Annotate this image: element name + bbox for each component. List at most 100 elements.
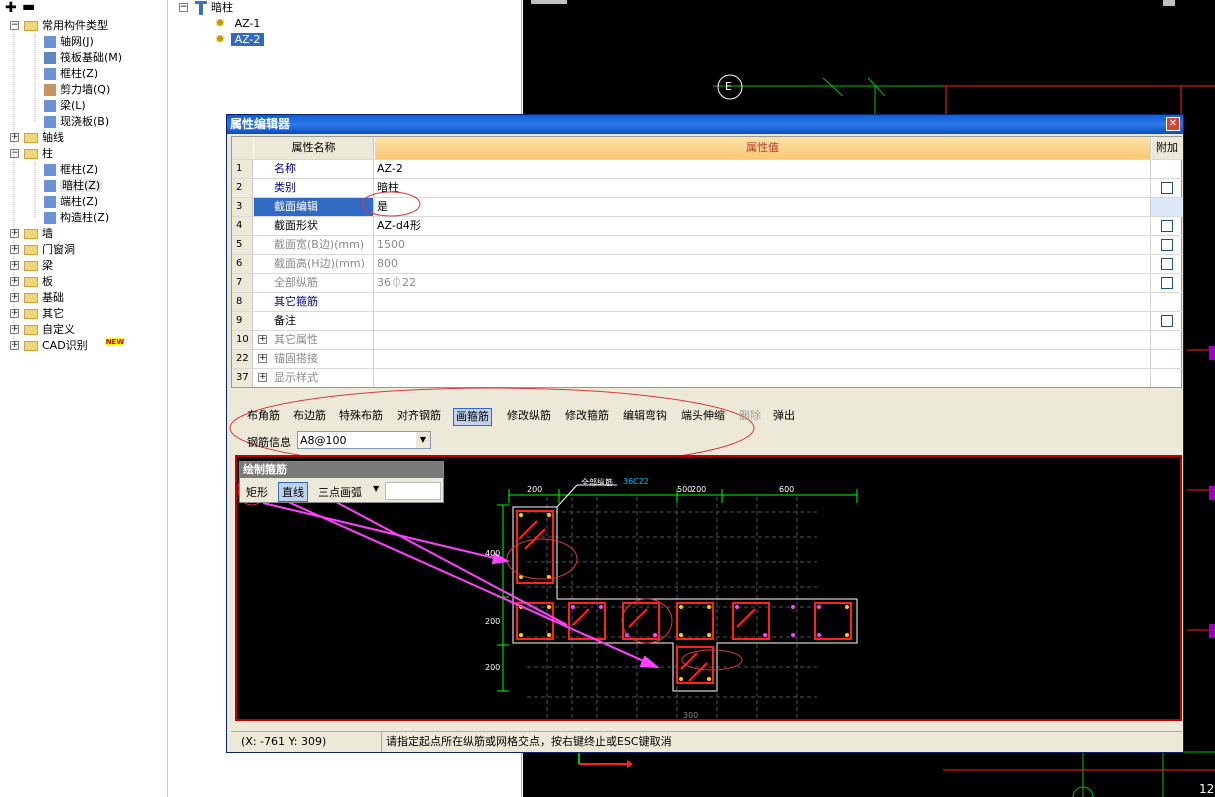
folder-icon bbox=[24, 229, 38, 239]
collapse-icon[interactable]: − bbox=[10, 149, 19, 158]
rebar-toolbar: 布角筋 布边筋 特殊布筋 对齐钢筋 画箍筋 修改纵筋 修改箍筋 编辑弯钩 端头伸缩 删除 弹出 bbox=[231, 405, 1182, 427]
toolbar-button[interactable]: 布角筋 bbox=[245, 408, 282, 426]
item-label: AZ-1 bbox=[234, 17, 261, 30]
folder-icon bbox=[24, 341, 38, 351]
collapse-all-icon[interactable]: ▬ bbox=[22, 0, 35, 14]
dim-label: 600 bbox=[779, 485, 795, 494]
tree-item[interactable]: 筏板基础(M) bbox=[44, 50, 122, 66]
tree-item[interactable]: 端柱(Z) bbox=[44, 194, 98, 210]
gear-icon: ✹ bbox=[215, 16, 226, 30]
coordinate-corner-text: 12 bbox=[1199, 782, 1215, 796]
column-icon bbox=[44, 164, 56, 176]
expand-icon[interactable]: + bbox=[10, 277, 19, 286]
property-editor-dialog: 属性编辑器 ✕ 属性名称 属性值 附加 1 名称 AZ-2 2 类别 暗柱 3 截面编辑是 4 截… bbox=[226, 114, 1184, 753]
toolbar-button[interactable]: 特殊布筋 bbox=[337, 408, 385, 426]
toolbar-button[interactable]: 编辑弯钩 bbox=[621, 408, 669, 426]
tree-item[interactable]: + 其它 bbox=[10, 306, 64, 322]
dim-label: 300 bbox=[683, 711, 699, 720]
tree-item-label: 自定义 bbox=[42, 323, 75, 336]
tree-item[interactable]: 暗柱(Z) bbox=[44, 178, 103, 194]
tree-item[interactable]: 剪力墙(Q) bbox=[44, 82, 110, 98]
folder-icon bbox=[24, 245, 38, 255]
expand-icon[interactable]: + bbox=[10, 229, 19, 238]
section-drawing-area[interactable]: 200 500 200 600 400 200 200 全部纵筋 36C22 3… bbox=[235, 455, 1182, 721]
tree-item-label: 构造柱(Z) bbox=[60, 211, 110, 224]
folder-icon bbox=[24, 21, 38, 31]
drawing-note-value: 36C22 bbox=[623, 477, 649, 486]
slab-icon bbox=[44, 116, 56, 128]
rebar-info-select[interactable]: A8@100 ▼ bbox=[297, 431, 431, 449]
toolbar-button[interactable]: 弹出 bbox=[771, 408, 797, 426]
dim-label: 200 bbox=[527, 485, 543, 494]
folder-icon bbox=[24, 293, 38, 303]
toolbar-button[interactable]: 画箍筋 bbox=[453, 408, 492, 426]
tree-item[interactable]: 梁(L) bbox=[44, 98, 86, 114]
toolbar-button[interactable]: 端头伸缩 bbox=[679, 408, 727, 426]
toolbar-button[interactable]: 修改纵筋 bbox=[505, 408, 553, 426]
arc-button[interactable]: 三点画弧 bbox=[318, 484, 362, 500]
dim-label: 200 bbox=[691, 485, 707, 494]
status-message: 请指定起点所在纵筋或网格交点，按右键终止或ESC键取消 bbox=[381, 732, 672, 752]
wall-icon bbox=[44, 84, 56, 96]
column-icon bbox=[44, 68, 56, 80]
tree-root-label[interactable]: 暗柱 bbox=[211, 0, 233, 16]
rebar-info-label: 钢筋信息 bbox=[247, 436, 291, 449]
tree-item-label: 现浇板(B) bbox=[60, 115, 110, 128]
status-bar: (X: -761 Y: 309) 请指定起点所在纵筋或网格交点，按右键终止或ES… bbox=[231, 731, 1182, 752]
list-item-selected[interactable]: ✹ AZ-2 bbox=[215, 31, 265, 47]
expand-icon[interactable]: + bbox=[10, 325, 19, 334]
toolbar-button[interactable]: 修改箍筋 bbox=[563, 408, 611, 426]
tree-item-label: 端柱(Z) bbox=[60, 195, 99, 208]
tree-item[interactable]: + CAD识别 NEW bbox=[10, 338, 125, 354]
tree-item[interactable]: − 柱 bbox=[10, 146, 53, 162]
expand-icon[interactable]: + bbox=[10, 293, 19, 302]
tree-item[interactable]: 框柱(Z) bbox=[44, 66, 98, 82]
expand-all-icon[interactable]: ✚ bbox=[5, 1, 17, 15]
chevron-down-icon[interactable]: ▼ bbox=[373, 484, 379, 493]
tree-item[interactable]: 构造柱(Z) bbox=[44, 210, 109, 226]
dim-label: 200 bbox=[485, 617, 501, 626]
palette-title[interactable]: 绘制箍筋 bbox=[240, 462, 443, 478]
expand-icon[interactable]: + bbox=[10, 133, 19, 142]
toolbar-button[interactable]: 删除 bbox=[737, 408, 763, 426]
beam-icon bbox=[44, 100, 56, 112]
palette-select[interactable] bbox=[385, 482, 441, 500]
tree-item-label: 基础 bbox=[42, 291, 64, 304]
folder-icon bbox=[24, 325, 38, 335]
status-coordinates: (X: -761 Y: 309) bbox=[241, 735, 327, 748]
item-label: AZ-2 bbox=[230, 33, 265, 46]
tree-item[interactable]: 轴网(J) bbox=[44, 34, 94, 50]
collapse-icon[interactable]: − bbox=[179, 3, 188, 12]
list-item[interactable]: ✹ AZ-1 bbox=[215, 15, 260, 31]
toolbar-button[interactable]: 布边筋 bbox=[291, 408, 328, 426]
tree-item[interactable]: + 板 bbox=[10, 274, 53, 290]
tree-item[interactable]: + 门窗洞 bbox=[10, 242, 75, 258]
tree-item[interactable]: − 常用构件类型 bbox=[10, 18, 108, 34]
tree-item-label: CAD识别 bbox=[42, 339, 88, 352]
expand-icon[interactable]: + bbox=[10, 309, 19, 318]
expand-icon[interactable]: + bbox=[10, 341, 19, 350]
tree-item[interactable]: + 基础 bbox=[10, 290, 64, 306]
axis-label: E bbox=[725, 80, 732, 93]
tree-item-label: 暗柱(Z) bbox=[60, 179, 103, 192]
tree-item[interactable]: 框柱(Z) bbox=[44, 162, 98, 178]
chevron-down-icon[interactable]: ▼ bbox=[416, 432, 430, 448]
tree-item[interactable]: + 墙 bbox=[10, 226, 53, 242]
tree-item[interactable]: + 梁 bbox=[10, 258, 53, 274]
folder-icon bbox=[24, 309, 38, 319]
expand-icon[interactable]: + bbox=[10, 245, 19, 254]
folder-icon bbox=[24, 149, 38, 159]
expand-icon[interactable]: + bbox=[10, 261, 19, 270]
tree-item[interactable]: + 轴线 bbox=[10, 130, 64, 146]
tree-item-label: 剪力墙(Q) bbox=[60, 83, 111, 96]
collapse-icon[interactable]: − bbox=[10, 21, 19, 30]
toolbar-button[interactable]: 对齐钢筋 bbox=[395, 408, 443, 426]
line-button[interactable]: 直线 bbox=[278, 482, 308, 502]
draw-stirrup-palette: 绘制箍筋 矩形 直线 三点画弧 ▼ bbox=[239, 461, 444, 503]
rectangle-button[interactable]: 矩形 bbox=[246, 484, 268, 500]
tree-item-label: 门窗洞 bbox=[42, 243, 75, 256]
tree-item[interactable]: 现浇板(B) bbox=[44, 114, 109, 130]
tree-item-label: 板 bbox=[42, 275, 53, 288]
tree-item[interactable]: + 自定义 bbox=[10, 322, 75, 338]
raft-icon bbox=[44, 52, 56, 64]
